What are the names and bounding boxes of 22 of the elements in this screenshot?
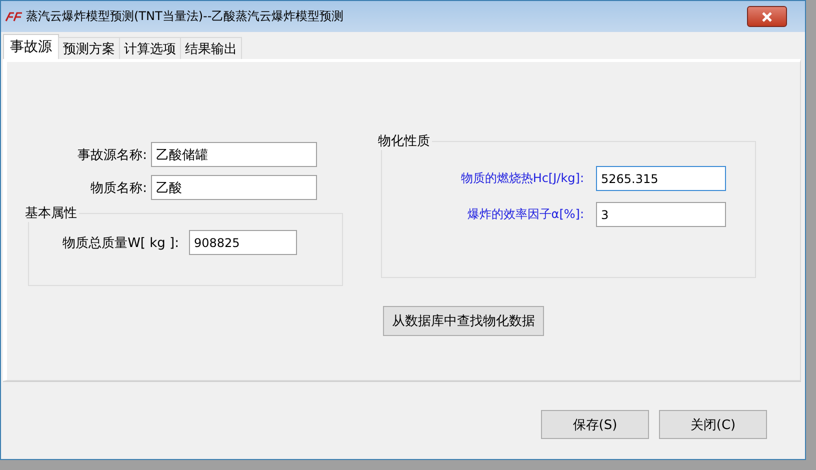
field-label: 事故源名称: [76, 146, 148, 164]
field-label: 物质名称: [90, 180, 148, 196]
input-field[interactable]: 乙酸储罐 [151, 142, 317, 167]
tab[interactable]: 预测方案 [58, 37, 120, 59]
tab[interactable]: 结果输出 [180, 37, 242, 59]
field-label: 物质总质量W[ kg ]: [62, 234, 180, 252]
field-label: 物质的燃烧热Hc[J/kg]: [460, 170, 585, 187]
lookup-button[interactable]: 从数据库中查找物化数据 [383, 306, 544, 336]
group-title: 物化性质 [377, 133, 431, 150]
input-field[interactable]: 3 [596, 202, 726, 227]
tab[interactable]: 事故源 [3, 34, 59, 59]
app-logo-icon [5, 12, 23, 22]
group-title: 基本属性 [24, 205, 78, 222]
close-icon [761, 12, 773, 22]
input-field[interactable]: 5265.315 [596, 166, 726, 191]
close-button[interactable] [747, 6, 787, 27]
field-label: 爆炸的效率因子α[%]: [466, 206, 585, 223]
window-title: 蒸汽云爆炸模型预测(TNT当量法)--乙酸蒸汽云爆炸模型预测 [26, 8, 344, 25]
dialog-button[interactable]: 保存(S) [541, 410, 649, 439]
input-field[interactable]: 908825 [189, 230, 297, 255]
dialog-button[interactable]: 关闭(C) [659, 410, 767, 439]
input-field[interactable]: 乙酸 [151, 175, 317, 200]
